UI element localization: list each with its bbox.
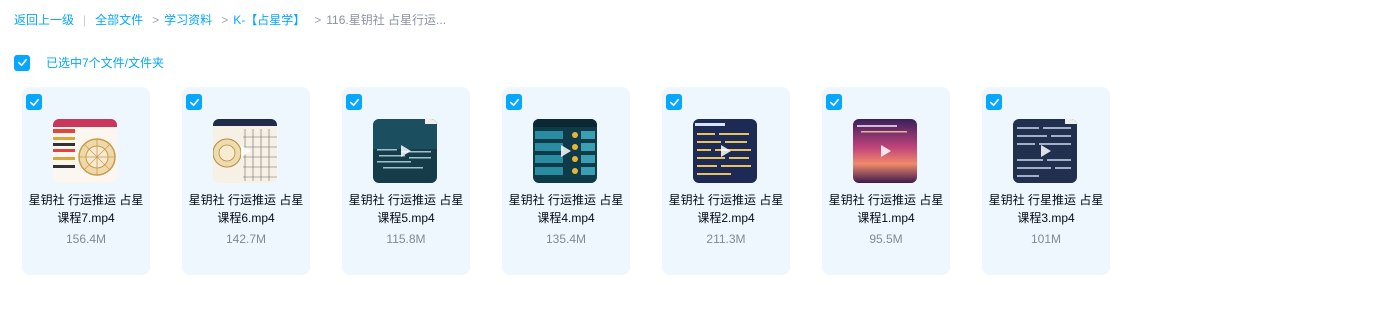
play-icon <box>881 145 891 157</box>
file-size: 101M <box>1030 232 1062 246</box>
file-size: 135.4M <box>545 232 587 246</box>
play-icon <box>721 145 731 157</box>
file-size: 115.8M <box>386 232 426 246</box>
select-all-checkbox[interactable] <box>14 54 30 71</box>
file-name[interactable]: 星钥社 行运推运 占星课程5.mp4 <box>348 191 464 227</box>
file-checkbox[interactable] <box>506 94 522 110</box>
video-thumbnail[interactable] <box>213 119 277 183</box>
file-name[interactable]: 星钥社 行运推运 占星课程4.mp4 <box>508 191 624 227</box>
video-thumbnail[interactable] <box>693 119 757 183</box>
chevron-right-icon: > <box>221 12 229 27</box>
breadcrumb-divider: | <box>83 12 87 27</box>
file-card[interactable]: 星钥社 行运推运 占星课程5.mp4 115.8M <box>342 87 470 275</box>
play-icon <box>1041 145 1051 157</box>
file-size: 95.5M <box>869 232 903 246</box>
file-name[interactable]: 星钥社 行运推运 占星课程1.mp4 <box>828 191 944 227</box>
breadcrumb-all-files[interactable]: 全部文件 <box>95 11 143 28</box>
chevron-right-icon: > <box>314 12 322 27</box>
video-thumbnail[interactable] <box>1013 119 1077 183</box>
check-icon <box>17 58 27 67</box>
chevron-right-icon: > <box>152 12 160 27</box>
breadcrumb: 返回上一级 | 全部文件 > 学习资料 > K-【占星学】 > 116.星钥社 … <box>14 11 446 28</box>
file-card[interactable]: 星钥社 行运推运 占星课程4.mp4 135.4M <box>502 87 630 275</box>
select-all-row: 已选中7个文件/文件夹 <box>14 54 164 71</box>
play-icon <box>241 145 251 157</box>
check-icon <box>669 98 679 106</box>
back-link[interactable]: 返回上一级 <box>14 11 74 28</box>
video-thumbnail[interactable] <box>53 119 117 183</box>
video-thumbnail[interactable] <box>373 119 437 183</box>
video-thumbnail[interactable] <box>853 119 917 183</box>
video-thumbnail[interactable] <box>533 119 597 183</box>
check-icon <box>829 98 839 106</box>
check-icon <box>29 98 39 106</box>
file-name[interactable]: 星钥社 行运推运 占星课程6.mp4 <box>188 191 304 227</box>
file-name[interactable]: 星钥社 行运推运 占星课程7.mp4 <box>28 191 144 227</box>
selection-count: 已选中7个文件/文件夹 <box>46 56 165 70</box>
file-checkbox[interactable] <box>986 94 1002 110</box>
file-card[interactable]: 星钥社 行运推运 占星课程2.mp4 211.3M <box>662 87 790 275</box>
file-checkbox[interactable] <box>26 94 42 110</box>
play-icon <box>401 145 411 157</box>
file-size: 211.3M <box>706 232 746 246</box>
file-name[interactable]: 星钥社 行运推运 占星课程2.mp4 <box>668 191 784 227</box>
file-card[interactable]: 星钥社 行星推运 占星课程3.mp4 101M <box>982 87 1110 275</box>
breadcrumb-astro[interactable]: K-【占星学】 <box>233 11 305 28</box>
file-checkbox[interactable] <box>666 94 682 110</box>
file-checkbox[interactable] <box>826 94 842 110</box>
file-size: 142.7M <box>225 232 267 246</box>
file-size: 156.4M <box>65 232 107 246</box>
file-name[interactable]: 星钥社 行星推运 占星课程3.mp4 <box>988 191 1104 227</box>
file-checkbox[interactable] <box>346 94 362 110</box>
check-icon <box>989 98 999 106</box>
file-card[interactable]: 星钥社 行运推运 占星课程6.mp4 142.7M <box>182 87 310 275</box>
play-icon <box>561 145 571 157</box>
breadcrumb-current: 116.星钥社 占星行运... <box>326 13 447 27</box>
breadcrumb-study[interactable]: 学习资料 <box>164 11 212 28</box>
check-icon <box>189 98 199 106</box>
file-card[interactable]: 星钥社 行运推运 占星课程1.mp4 95.5M <box>822 87 950 275</box>
check-icon <box>509 98 519 106</box>
file-checkbox[interactable] <box>186 94 202 110</box>
check-icon <box>349 98 359 106</box>
file-card[interactable]: 星钥社 行运推运 占星课程7.mp4 156.4M <box>22 87 150 275</box>
